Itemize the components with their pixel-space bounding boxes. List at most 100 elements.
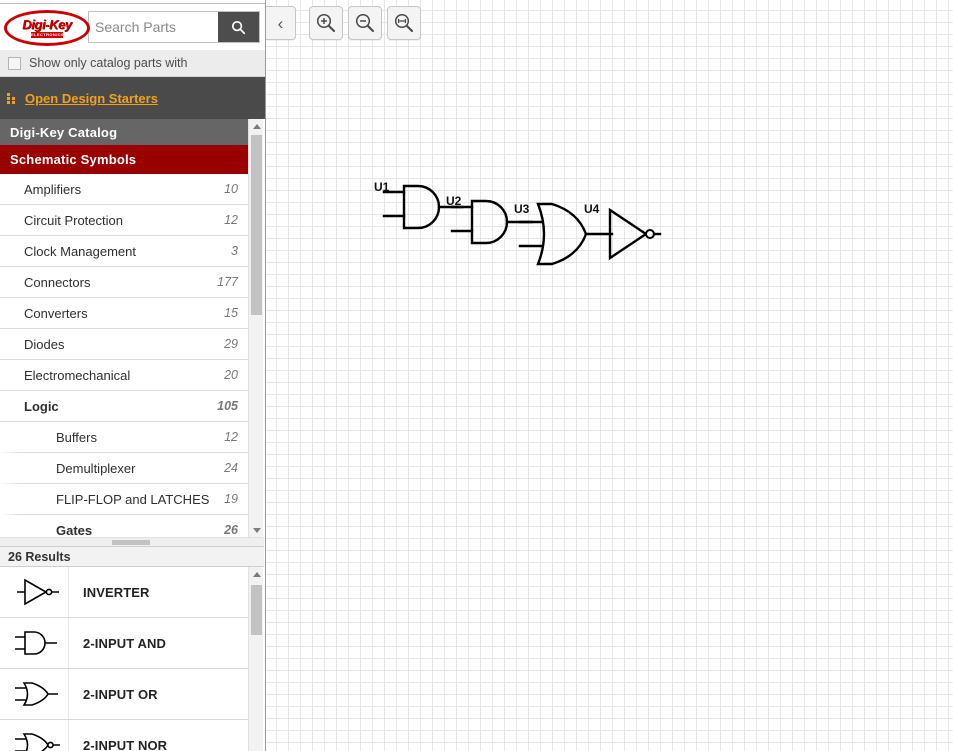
results-count-header: 26 Results xyxy=(0,546,264,567)
catalog-tree-item[interactable]: Connectors 177 xyxy=(0,267,248,298)
catalog-tree-item[interactable]: FLIP-FLOP and LATCHES 19 xyxy=(0,484,248,515)
u4-inverter-body xyxy=(608,207,649,261)
result-symbol-preview xyxy=(8,567,69,617)
catalog-tree-item-label: Gates xyxy=(56,522,93,538)
search-row: Digi-Key ELECTRONICS xyxy=(0,4,265,50)
u1-input-wires xyxy=(382,190,406,218)
zoom-fit-button[interactable] xyxy=(387,6,421,40)
scroll-down-arrow-icon[interactable] xyxy=(249,523,264,537)
catalog-tree-item-label: Buffers xyxy=(56,429,97,445)
canvas-toolbar: ‹ xyxy=(266,6,421,40)
zoom-fit-icon xyxy=(394,13,414,33)
catalog-tree-scrollbar[interactable] xyxy=(248,119,263,537)
ref-label-u2: U2 xyxy=(446,194,462,208)
inverter-symbol xyxy=(17,578,59,606)
left-panel: Digi-Key ELECTRONICS Show only catalog p… xyxy=(0,0,266,751)
result-list-item[interactable]: 2-INPUT NOR xyxy=(0,720,248,751)
scheme-it-app: Digi-Key ELECTRONICS Show only catalog p… xyxy=(0,0,953,751)
u2-input-wires xyxy=(450,205,474,233)
chevron-left-icon: ‹ xyxy=(277,13,284,33)
logo-tagline: ELECTRONICS xyxy=(31,32,65,38)
results-scroll-up-arrow-icon[interactable] xyxy=(249,567,264,581)
result-list-item[interactable]: INVERTER xyxy=(0,567,248,618)
u3-input-wires xyxy=(518,220,544,248)
catalog-tree-item-label: Converters xyxy=(24,305,88,321)
ref-label-u3: U3 xyxy=(514,202,530,216)
result-item-label: INVERTER xyxy=(83,584,150,600)
catalog-tree-item[interactable]: Electromechanical 20 xyxy=(0,360,248,391)
zoom-out-icon xyxy=(355,13,375,33)
catalog-header: Digi-Key Catalog xyxy=(0,119,248,145)
u3-or-body xyxy=(536,202,588,266)
catalog-tree-item[interactable]: Diodes 29 xyxy=(0,329,248,360)
search-icon xyxy=(231,20,246,34)
u1-and-body xyxy=(402,184,441,230)
catalog-tree-item-label: Logic xyxy=(24,398,59,414)
logo-wordmark: Digi-Key xyxy=(22,17,72,32)
search-input[interactable] xyxy=(89,12,217,42)
and-gate-symbol xyxy=(15,631,57,655)
catalog-tree-hscroll-thumb[interactable] xyxy=(112,540,150,545)
catalog-tree-item-label: Amplifiers xyxy=(24,181,82,197)
catalog-tree-item[interactable]: Demultiplexer 24 xyxy=(0,453,248,484)
catalog-tree-item-label: Electromechanical xyxy=(24,367,131,383)
catalog-tree-item-count: 19 xyxy=(224,492,238,506)
catalog-tree-item[interactable]: Converters 15 xyxy=(0,298,248,329)
design-starters-row[interactable]: Open Design Starters xyxy=(0,77,265,119)
catalog-tree-item-label: FLIP-FLOP and LATCHES xyxy=(56,491,210,507)
zoom-in-icon xyxy=(316,13,336,33)
catalog-tree-item[interactable]: Clock Management 3 xyxy=(0,236,248,267)
digikey-logo[interactable]: Digi-Key ELECTRONICS xyxy=(4,10,90,46)
catalog-tree-item-count: 3 xyxy=(231,244,238,258)
ref-label-u4: U4 xyxy=(584,202,600,216)
catalog-tree-item[interactable]: Circuit Protection 12 xyxy=(0,205,248,236)
catalog-tree-item-label: Circuit Protection xyxy=(24,212,123,228)
u2-and-body xyxy=(470,199,509,245)
catalog-tree-item-count: 24 xyxy=(224,461,238,475)
result-item-label: 2-INPUT AND xyxy=(83,635,166,651)
catalog-filter-row[interactable]: Show only catalog parts with xyxy=(0,50,265,77)
zoom-out-button[interactable] xyxy=(348,6,382,40)
catalog-tree-item-count: 26 xyxy=(224,523,238,537)
digikey-logo-icon: Digi-Key ELECTRONICS xyxy=(7,13,87,43)
catalog-tree-item-count: 12 xyxy=(224,430,238,444)
catalog-tree-item-count: 10 xyxy=(224,182,238,196)
grid-dots-icon xyxy=(7,92,18,104)
search-box xyxy=(88,11,260,43)
collapse-panel-button[interactable]: ‹ xyxy=(266,6,296,40)
catalog-tree-item-label: Connectors xyxy=(24,274,91,290)
catalog-tree-item-count: 12 xyxy=(224,213,238,227)
schematic-canvas[interactable]: ‹ U1 U2 U3 U4 xyxy=(266,0,953,751)
catalog-tree-item-count: 20 xyxy=(224,368,238,382)
catalog-tree-item[interactable]: Amplifiers 10 xyxy=(0,174,248,205)
result-list-item[interactable]: 2-INPUT AND xyxy=(0,618,248,669)
catalog-tree-item[interactable]: Gates 26 xyxy=(0,515,248,537)
result-symbol-preview xyxy=(8,720,69,751)
catalog-tree-hscrollbar[interactable] xyxy=(0,537,264,546)
result-list-item[interactable]: 2-INPUT OR xyxy=(0,669,248,720)
result-symbol-preview xyxy=(8,618,69,668)
schematic-drawing xyxy=(382,184,662,266)
catalog-tree-item-label: Clock Management xyxy=(24,243,136,259)
result-item-label: 2-INPUT NOR xyxy=(83,737,168,751)
catalog-tree-item-count: 105 xyxy=(217,399,238,413)
catalog-tree-item[interactable]: Logic 105 xyxy=(0,391,248,422)
catalog-tree: Amplifiers 10 Circuit Protection 12 Clock Ma… xyxy=(0,174,248,537)
catalog-tree-item-label: Demultiplexer xyxy=(56,460,136,476)
zoom-in-button[interactable] xyxy=(309,6,343,40)
ref-label-u1: U1 xyxy=(374,180,390,194)
catalog-tree-scroll-thumb[interactable] xyxy=(251,135,262,315)
catalog-tree-item-count: 177 xyxy=(217,275,238,289)
show-only-catalog-parts-checkbox[interactable] xyxy=(8,56,21,70)
show-only-catalog-parts-label: Show only catalog parts with xyxy=(29,56,188,70)
catalog-subheader-schematic-symbols[interactable]: Schematic Symbols xyxy=(0,145,248,174)
scroll-up-arrow-icon[interactable] xyxy=(249,119,264,133)
u4-bubble xyxy=(645,229,655,239)
catalog-tree-item-count: 15 xyxy=(224,306,238,320)
or-gate-symbol xyxy=(15,682,58,706)
catalog-tree-item[interactable]: Buffers 12 xyxy=(0,422,248,453)
open-design-starters-link[interactable]: Open Design Starters xyxy=(25,91,158,106)
search-button[interactable] xyxy=(218,12,259,42)
results-list-scrollbar[interactable] xyxy=(248,567,263,751)
results-scroll-thumb[interactable] xyxy=(251,585,262,635)
